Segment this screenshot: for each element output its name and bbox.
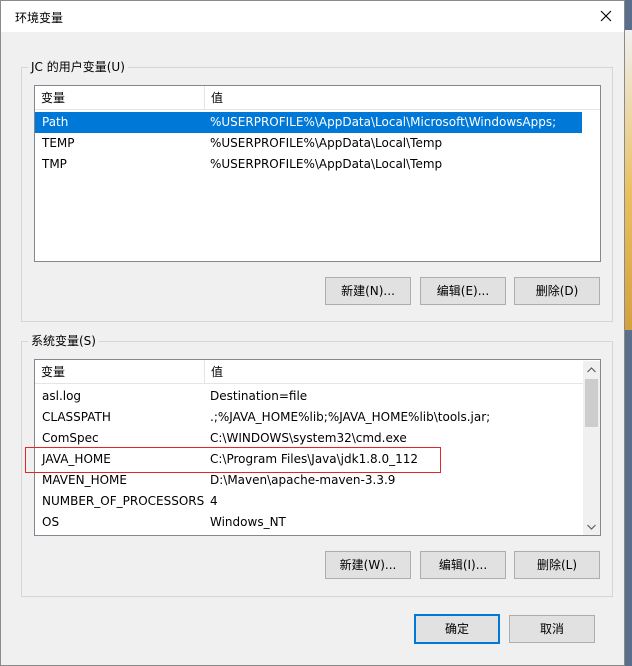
chevron-up-icon — [587, 366, 596, 372]
variable-value: D:\Maven\apache-maven-3.3.9 — [210, 473, 396, 487]
variable-name: TEMP — [42, 136, 75, 150]
user-new-button[interactable]: 新建(N)... — [325, 277, 411, 305]
close-icon — [600, 10, 612, 22]
list-item[interactable]: TMP %USERPROFILE%\AppData\Local\Temp — [35, 154, 582, 175]
variable-name: MAVEN_HOME — [42, 473, 127, 487]
vertical-scrollbar[interactable] — [583, 361, 600, 535]
system-variables-list[interactable]: 变量 值 asl.log Destination=file CLASSPATH … — [34, 359, 601, 536]
cancel-button[interactable]: 取消 — [509, 615, 595, 643]
scroll-thumb[interactable] — [585, 379, 598, 427]
list-item[interactable]: CLASSPATH .;%JAVA_HOME%lib;%JAVA_HOME%li… — [35, 407, 583, 428]
column-header-value[interactable]: 值 — [205, 86, 600, 110]
user-variables-label: JC 的用户变量(U) — [28, 60, 128, 74]
variable-name: OS — [42, 515, 60, 529]
system-list-header: 变量 值 — [35, 360, 600, 384]
system-edit-button[interactable]: 编辑(I)... — [420, 551, 506, 579]
variable-name: CLASSPATH — [42, 410, 111, 424]
system-delete-button[interactable]: 删除(L) — [514, 551, 600, 579]
variable-value: C:\Program Files\Java\jdk1.8.0_112 — [210, 452, 419, 466]
window-title: 环境变量 — [15, 11, 64, 25]
variable-value: %USERPROFILE%\AppData\Local\Microsoft\Wi… — [210, 115, 557, 129]
list-item[interactable]: TEMP %USERPROFILE%\AppData\Local\Temp — [35, 133, 582, 154]
column-header-value[interactable]: 值 — [205, 360, 583, 384]
ok-button[interactable]: 确定 — [414, 614, 500, 644]
list-item[interactable]: Path %USERPROFILE%\AppData\Local\Microso… — [35, 112, 582, 133]
close-button[interactable] — [592, 3, 620, 29]
variable-value: Destination=file — [210, 389, 308, 403]
variable-value: C:\WINDOWS\system32\cmd.exe — [210, 431, 407, 445]
variable-name: NUMBER_OF_PROCESSORS — [42, 494, 205, 508]
column-header-variable[interactable]: 变量 — [35, 360, 204, 384]
variable-value: Windows_NT — [210, 515, 286, 529]
list-item[interactable]: OS Windows_NT — [35, 512, 583, 533]
variable-value: .;%JAVA_HOME%lib;%JAVA_HOME%lib\tools.ja… — [210, 410, 491, 424]
title-bar: 环境变量 — [1, 1, 624, 32]
variable-name: ComSpec — [42, 431, 99, 445]
list-item[interactable]: JAVA_HOME C:\Program Files\Java\jdk1.8.0… — [35, 449, 583, 470]
variable-value: %USERPROFILE%\AppData\Local\Temp — [210, 157, 443, 171]
chevron-down-icon — [587, 524, 596, 530]
user-edit-button[interactable]: 编辑(E)... — [420, 277, 506, 305]
user-variables-list[interactable]: 变量 值 Path %USERPROFILE%\AppData\Local\Mi… — [34, 85, 601, 262]
variable-value: %USERPROFILE%\AppData\Local\Temp — [210, 136, 443, 150]
system-new-button[interactable]: 新建(W)... — [325, 551, 411, 579]
list-item[interactable]: NUMBER_OF_PROCESSORS 4 — [35, 491, 583, 512]
system-variables-label: 系统变量(S) — [28, 334, 99, 348]
variable-value: 4 — [210, 494, 218, 508]
list-item[interactable]: asl.log Destination=file — [35, 386, 583, 407]
column-header-variable[interactable]: 变量 — [35, 86, 204, 110]
variable-name: Path — [42, 115, 69, 129]
variable-name: JAVA_HOME — [42, 452, 111, 466]
user-variables-group: JC 的用户变量(U) 变量 值 Path %USERPROFILE%\AppD… — [21, 60, 613, 322]
scroll-down-button[interactable] — [583, 518, 600, 535]
environment-variables-dialog: 环境变量 JC 的用户变量(U) 变量 值 Path %USERPROFILE%… — [0, 0, 625, 666]
system-variables-group: 系统变量(S) 变量 值 asl.log Destination=file CL… — [21, 334, 613, 597]
variable-name: TMP — [42, 157, 67, 171]
variable-name: asl.log — [42, 389, 82, 403]
scroll-up-button[interactable] — [583, 361, 600, 378]
list-item[interactable]: MAVEN_HOME D:\Maven\apache-maven-3.3.9 — [35, 470, 583, 491]
list-item[interactable]: ComSpec C:\WINDOWS\system32\cmd.exe — [35, 428, 583, 449]
user-list-header: 变量 值 — [35, 86, 600, 110]
user-delete-button[interactable]: 删除(D) — [514, 277, 600, 305]
